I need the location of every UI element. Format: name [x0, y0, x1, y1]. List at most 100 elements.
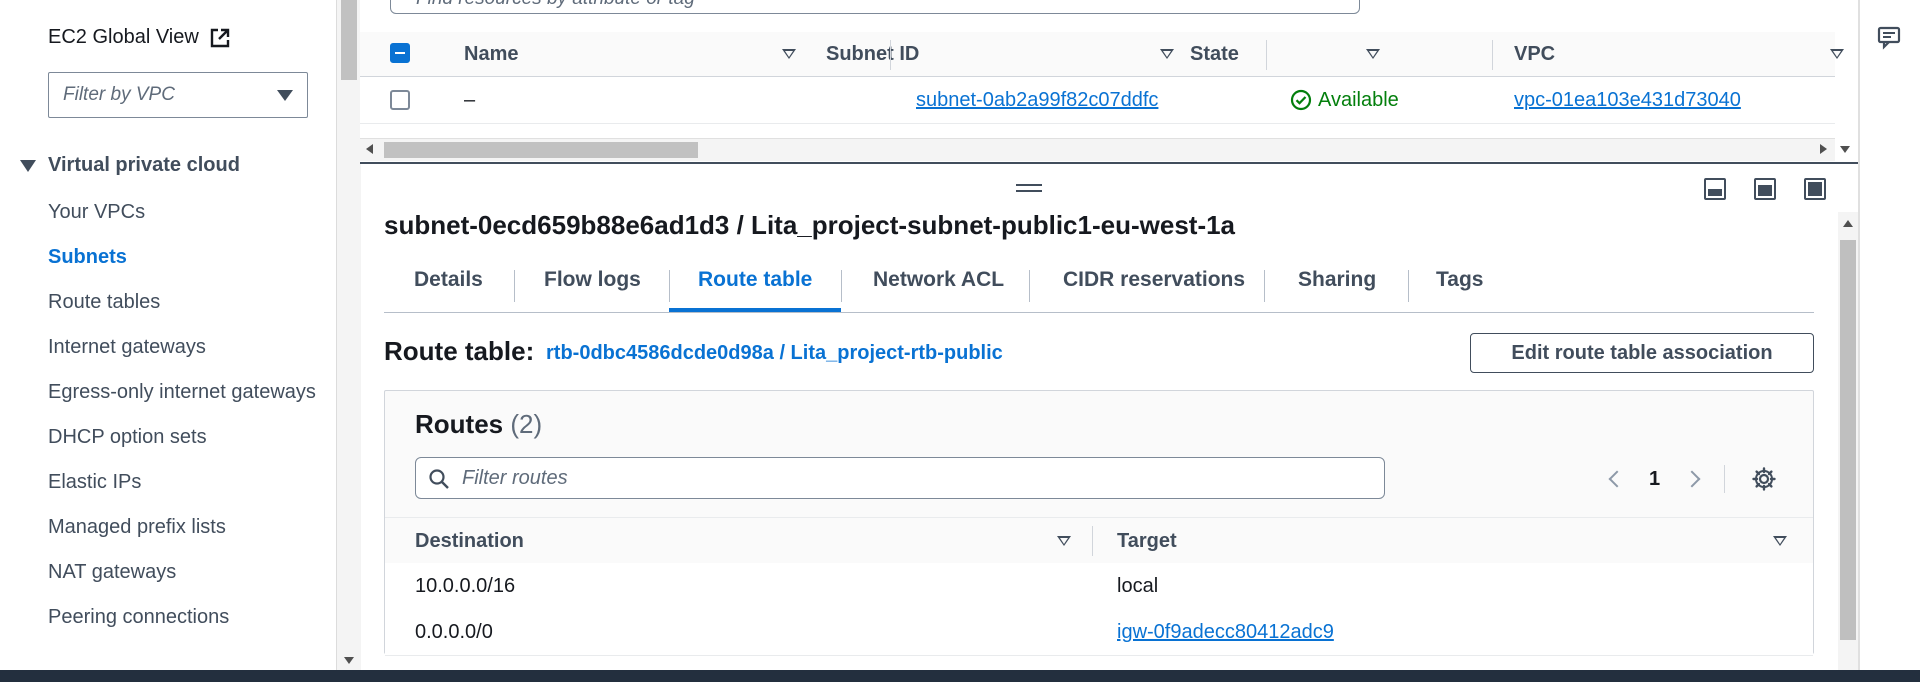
sort-target-icon[interactable]: [1773, 536, 1787, 546]
vpc-id-link[interactable]: vpc-01ea103e431d73040: [1514, 89, 1741, 112]
subnet-state: Available: [1290, 89, 1399, 112]
routes-count: (2): [510, 409, 543, 439]
scroll-down-arrow-icon[interactable]: [344, 657, 354, 664]
horizontal-scrollbar[interactable]: [360, 138, 1835, 161]
drag-handle-icon[interactable]: [1016, 184, 1042, 194]
sort-state-icon[interactable]: [1366, 49, 1380, 59]
tab-tags[interactable]: Tags: [1436, 268, 1483, 292]
table-row[interactable]: 0.0.0.0/0 igw-0f9adecc80412adc9: [385, 609, 1813, 656]
sort-subnet-id-icon[interactable]: [1160, 49, 1174, 59]
detail-scrollbar-thumb[interactable]: [1840, 240, 1856, 640]
column-divider[interactable]: [1266, 40, 1267, 70]
tab-divider: [514, 270, 515, 302]
column-divider[interactable]: [1492, 40, 1493, 70]
tab-network-acl[interactable]: Network ACL: [873, 268, 1004, 292]
tab-flow-logs[interactable]: Flow logs: [544, 268, 641, 292]
sidebar-item-dhcp-option-sets[interactable]: DHCP option sets: [48, 421, 318, 454]
route-table-link[interactable]: rtb-0dbc4586dcde0d98a / Lita_project-rtb…: [546, 342, 1003, 365]
column-divider[interactable]: [1092, 526, 1093, 556]
routes-table-header: Destination Target: [385, 517, 1813, 565]
filter-routes-input[interactable]: Filter routes: [415, 457, 1385, 499]
gear-icon[interactable]: [1751, 466, 1777, 492]
routes-pagination: 1: [1608, 465, 1777, 493]
panel-split-icon[interactable]: [1754, 178, 1776, 200]
tab-route-table[interactable]: Route table: [698, 268, 812, 292]
current-page-number[interactable]: 1: [1649, 468, 1660, 491]
sidebar-item-nat-gateways[interactable]: NAT gateways: [48, 556, 318, 589]
table-row[interactable]: 10.0.0.0/16 local: [385, 563, 1813, 610]
column-header-destination[interactable]: Destination: [415, 530, 524, 553]
search-icon: [429, 469, 449, 489]
routes-heading: Routes (2): [415, 409, 542, 440]
scroll-left-arrow-icon[interactable]: [366, 144, 373, 154]
vpc-filter-select[interactable]: Filter by VPC: [48, 72, 308, 118]
tab-cidr-reservations[interactable]: CIDR reservations: [1063, 268, 1245, 292]
scroll-up-arrow-icon[interactable]: [1843, 220, 1853, 227]
split-panel-controls: [1704, 178, 1826, 200]
route-table-label: Route table:: [384, 336, 535, 366]
tab-divider: [1029, 270, 1030, 302]
subnets-search-placeholder: Find resources by attribute or tag: [416, 0, 695, 10]
sort-name-icon[interactable]: [782, 49, 796, 59]
edit-route-table-association-button[interactable]: Edit route table association: [1470, 333, 1814, 373]
sidebar-item-managed-prefix-lists[interactable]: Managed prefix lists: [48, 511, 318, 544]
column-divider[interactable]: [890, 40, 891, 70]
sidebar-item-elastic-ips[interactable]: Elastic IPs: [48, 466, 318, 499]
footer-bar: [0, 670, 1920, 682]
sidebar-item-peering-connections[interactable]: Peering connections: [48, 601, 318, 634]
panel-bottom-icon[interactable]: [1704, 178, 1726, 200]
select-all-checkbox[interactable]: [390, 43, 410, 63]
navigation-sidebar: EC2 Global View Filter by VPC Virtual pr…: [0, 0, 336, 670]
column-header-name[interactable]: Name: [464, 43, 518, 66]
sidebar-item-egress-only-internet-gateways[interactable]: Egress-only internet gateways: [48, 376, 318, 409]
tab-divider: [669, 270, 670, 302]
active-tab-indicator: [669, 308, 841, 312]
sidebar-item-route-tables[interactable]: Route tables: [48, 286, 318, 319]
sort-vpc-icon[interactable]: [1830, 49, 1844, 59]
route-target: local: [1117, 575, 1159, 597]
nav-section-virtual-private-cloud[interactable]: Virtual private cloud: [20, 154, 240, 177]
column-header-target[interactable]: Target: [1117, 530, 1177, 553]
tab-divider: [841, 270, 842, 302]
tab-sharing[interactable]: Sharing: [1298, 268, 1376, 292]
sidebar-item-internet-gateways[interactable]: Internet gateways: [48, 331, 318, 364]
table-header-row: Name Subnet ID State VPC: [360, 32, 1844, 77]
tab-details[interactable]: Details: [414, 268, 483, 292]
previous-page-icon[interactable]: [1608, 470, 1626, 488]
pagination-divider: [1724, 465, 1726, 493]
column-header-subnet-id[interactable]: Subnet ID: [826, 43, 919, 66]
sidebar-item-your-vpcs[interactable]: Your VPCs: [48, 196, 318, 229]
vpc-filter-placeholder: Filter by VPC: [63, 84, 175, 105]
route-destination: 0.0.0.0/0: [415, 621, 493, 643]
sidebar-scrollbar[interactable]: [336, 0, 361, 670]
column-header-state[interactable]: State: [1190, 43, 1239, 66]
scroll-right-arrow-icon[interactable]: [1820, 144, 1827, 154]
table-row[interactable]: – subnet-0ab2a99f82c07ddfc Available vpc…: [360, 77, 1835, 124]
tab-divider: [1264, 270, 1265, 302]
scroll-down-arrow-icon[interactable]: [1840, 146, 1850, 153]
route-target-link[interactable]: igw-0f9adecc80412adc9: [1117, 621, 1334, 644]
sort-destination-icon[interactable]: [1057, 536, 1071, 546]
column-header-vpc[interactable]: VPC: [1514, 43, 1555, 66]
sidebar-item-subnets[interactable]: Subnets: [48, 241, 318, 274]
next-page-icon[interactable]: [1683, 470, 1701, 488]
tab-divider: [1408, 270, 1409, 302]
route-destination: 10.0.0.0/16: [415, 575, 516, 597]
nav-section-title: Virtual private cloud: [48, 154, 240, 176]
right-tools-rail: [1860, 0, 1920, 670]
ec2-global-view-link[interactable]: EC2 Global View: [48, 26, 231, 49]
subnet-detail-title: subnet-0ecd659b88e6ad1d3 / Lita_project-…: [384, 210, 1236, 240]
panel-full-icon[interactable]: [1804, 178, 1826, 200]
routes-panel: Routes (2) Filter routes 1 Destination T…: [384, 390, 1814, 656]
subnet-id-link[interactable]: subnet-0ab2a99f82c07ddfc: [916, 89, 1158, 112]
row-checkbox[interactable]: [390, 90, 410, 110]
horizontal-scrollbar-thumb[interactable]: [384, 142, 698, 158]
detail-vertical-scrollbar[interactable]: [1838, 212, 1858, 672]
split-panel-divider[interactable]: [360, 162, 1860, 164]
check-circle-icon: [1290, 89, 1312, 111]
feedback-icon[interactable]: [1876, 24, 1904, 52]
sidebar-scrollbar-thumb[interactable]: [341, 0, 357, 80]
subnet-name: –: [464, 88, 476, 111]
external-link-icon: [210, 28, 230, 47]
state-label: Available: [1318, 88, 1399, 111]
